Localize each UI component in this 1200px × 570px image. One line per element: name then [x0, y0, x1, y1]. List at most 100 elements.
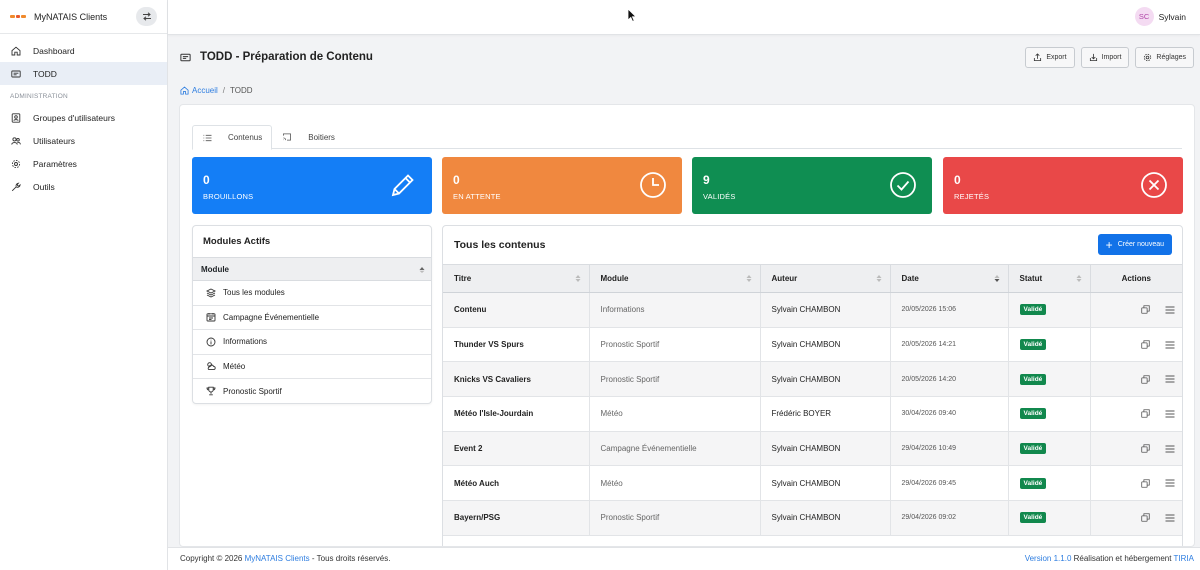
brand-logo [10, 14, 27, 20]
sort-down-icon [994, 275, 999, 282]
footer-brand-link[interactable]: MyNATAIS Clients [245, 554, 310, 563]
sidebar-toggle-button[interactable] [136, 7, 157, 26]
trophy-icon [206, 387, 216, 396]
tab-contenus[interactable]: Contenus [192, 125, 273, 150]
cell-title: Météo Auch [443, 465, 590, 502]
cell-status: Validé [1008, 292, 1091, 328]
import-button[interactable]: Import [1080, 47, 1130, 68]
stat-label: VALIDÉS [703, 192, 736, 201]
sidebar-item-label: Utilisateurs [33, 135, 76, 146]
tabs: Contenus Boitiers [192, 125, 1182, 150]
stat-card-rejected[interactable]: 0 REJETÉS [943, 157, 1183, 214]
cell-title: Contenu [443, 292, 590, 328]
table-row[interactable]: Thunder VS Spurs Pronostic Sportif Sylvain… [443, 327, 1182, 363]
import-label: Import [1101, 54, 1122, 61]
module-item-sports[interactable]: Pronostic Sportif [193, 379, 431, 404]
modules-column-label: Module [201, 264, 229, 274]
home-icon [180, 86, 189, 95]
sidebar-item-label: Groupes d'utilisateurs [33, 112, 115, 123]
menu-icon[interactable] [1165, 306, 1175, 314]
user-badge-icon [11, 112, 21, 123]
cell-author: Sylvain CHAMBON [760, 292, 891, 328]
cell-author: Sylvain CHAMBON [760, 327, 891, 363]
table-row[interactable]: Knicks VS Cavaliers Pronostic Sportif Sylv… [443, 361, 1182, 398]
module-item-weather[interactable]: Météo [193, 355, 431, 379]
column-header-author[interactable]: Auteur [760, 264, 891, 293]
column-header-status[interactable]: Statut [1008, 264, 1091, 293]
sidebar-item-dashboard[interactable]: Dashboard [0, 39, 167, 62]
module-item-all[interactable]: Tous les modules [193, 281, 431, 306]
user-menu[interactable]: SC Sylvain [1134, 7, 1186, 26]
sidebar-item-tools[interactable]: Outils [0, 175, 167, 198]
menu-icon[interactable] [1165, 479, 1175, 487]
menu-icon[interactable] [1165, 410, 1175, 418]
stat-card-drafts[interactable]: 0 BROUILLONS [192, 157, 432, 214]
cell-date: 20/05/2026 14:21 [890, 327, 1009, 363]
home-icon [11, 46, 21, 55]
column-header-title[interactable]: Titre [443, 264, 590, 293]
modules-column-header[interactable]: Module [193, 257, 431, 281]
create-new-label: Créer nouveau [1117, 241, 1164, 248]
status-badge: Validé [1019, 443, 1047, 455]
sidebar-item-users[interactable]: Utilisateurs [0, 129, 167, 152]
stat-card-validated[interactable]: 9 VALIDÉS [692, 157, 932, 214]
menu-icon[interactable] [1165, 445, 1175, 453]
cell-status: Validé [1008, 396, 1091, 432]
sidebar-item-user-groups[interactable]: Groupes d'utilisateurs [0, 106, 167, 129]
cell-actions [1090, 327, 1182, 363]
cast-icon [283, 133, 292, 141]
brand: MyNATAIS Clients [0, 0, 167, 34]
duplicate-icon[interactable] [1140, 375, 1150, 384]
duplicate-icon[interactable] [1140, 305, 1150, 315]
module-item-informations[interactable]: Informations [193, 330, 431, 355]
settings-button[interactable]: Réglages [1135, 47, 1194, 68]
module-item-label: Informations [223, 337, 268, 347]
footer-credits: Version 1.1.0 Réalisation et hébergement… [1025, 554, 1194, 563]
duplicate-icon[interactable] [1140, 479, 1150, 488]
cell-module: Pronostic Sportif [589, 327, 761, 363]
stat-value: 0 [203, 173, 210, 187]
version-link[interactable]: Version 1.1.0 [1025, 554, 1072, 563]
export-button[interactable]: Export [1025, 47, 1075, 68]
cell-status: Validé [1008, 500, 1091, 536]
users-icon [11, 136, 21, 145]
cell-status: Validé [1008, 327, 1091, 363]
sidebar-section-title: ADMINISTRATION [10, 93, 68, 100]
sidebar-item-settings[interactable]: Paramètres [0, 152, 167, 175]
breadcrumb-home-link[interactable]: Accueil [180, 86, 218, 95]
duplicate-icon[interactable] [1140, 409, 1150, 419]
cell-date: 29/04/2026 09:02 [890, 500, 1009, 536]
export-icon [1034, 53, 1042, 62]
table-row[interactable]: Météo Auch Météo Sylvain CHAMBON 29/04/2026… [443, 465, 1182, 502]
copyright-text: Copyright © 2026 [180, 554, 243, 563]
stat-card-pending[interactable]: 0 EN ATTENTE [442, 157, 682, 214]
stat-label: EN ATTENTE [453, 192, 501, 201]
create-new-button[interactable]: + Créer nouveau [1097, 234, 1172, 255]
stat-label: REJETÉS [954, 192, 990, 201]
column-header-module[interactable]: Module [589, 264, 761, 293]
cell-title: Event 2 [443, 431, 590, 467]
sidebar-item-todd[interactable]: TODD [0, 62, 167, 85]
page-header: TODD - Préparation de Contenu Export Imp… [168, 35, 1200, 103]
table-row[interactable]: Météo l'Isle-Jourdain Météo Frédéric BOYER… [443, 396, 1182, 432]
duplicate-icon[interactable] [1140, 444, 1150, 453]
menu-icon[interactable] [1165, 341, 1175, 349]
column-header-date[interactable]: Date [890, 264, 1009, 293]
menu-icon[interactable] [1165, 514, 1175, 522]
cell-author: Sylvain CHAMBON [760, 465, 891, 502]
cell-module: Pronostic Sportif [589, 500, 761, 536]
duplicate-icon[interactable] [1140, 340, 1150, 349]
tab-label: Contenus [228, 133, 263, 142]
table-row[interactable]: Bayern/PSG Pronostic Sportif Sylvain CHAMB… [443, 500, 1182, 536]
menu-icon[interactable] [1165, 375, 1175, 383]
duplicate-icon[interactable] [1140, 513, 1150, 523]
company-link[interactable]: TIRIA [1174, 554, 1194, 563]
table-row[interactable]: Event 2 Campagne Événementielle Sylvain CH… [443, 431, 1182, 467]
table-row[interactable]: Contenu Informations Sylvain CHAMBON 20/05/… [443, 292, 1182, 328]
tab-boitiers[interactable]: Boitiers [272, 125, 344, 149]
module-item-campaign[interactable]: Campagne Événementielle [193, 306, 431, 330]
cell-status: Validé [1008, 465, 1091, 502]
cell-module: Campagne Événementielle [589, 431, 761, 467]
cell-actions [1090, 361, 1182, 398]
cell-status: Validé [1008, 431, 1091, 467]
